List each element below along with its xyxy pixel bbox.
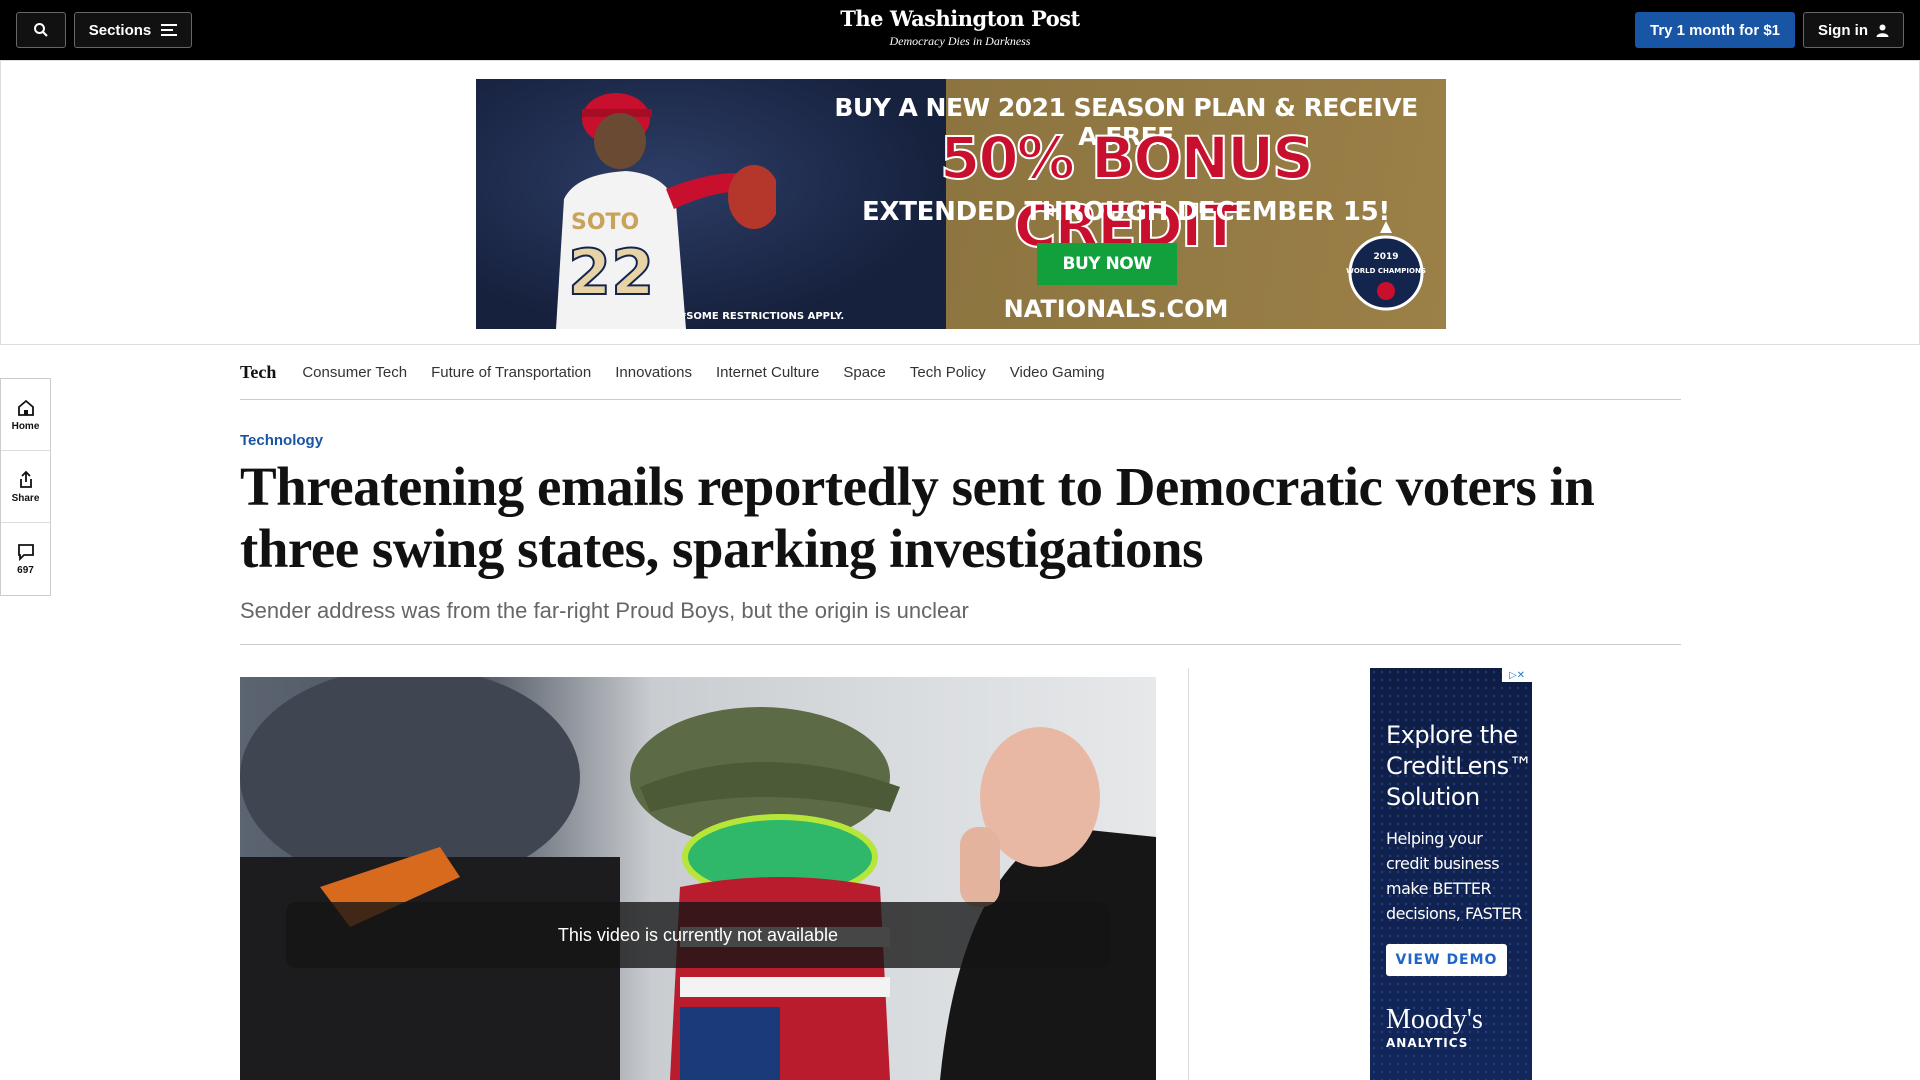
nationals-ad[interactable]: SOTO 22 BUY A NEW 2021 SEASON PLAN & REC…	[476, 79, 1446, 329]
article-kicker[interactable]: Technology	[240, 432, 323, 449]
section-nav-consumer-tech[interactable]: Consumer Tech	[302, 364, 407, 381]
share-icon	[19, 470, 32, 488]
article-dek: Sender address was from the far-right Pr…	[240, 598, 969, 623]
search-button[interactable]	[16, 12, 66, 48]
adchoices-icon[interactable]: ▷✕	[1502, 668, 1532, 682]
section-nav-video-gaming[interactable]: Video Gaming	[1010, 364, 1105, 381]
rail-comments-count: 697	[17, 565, 34, 576]
badge-year: 2019	[1373, 252, 1398, 262]
ad-restriction-note: *SOME RESTRICTIONS APPLY.	[681, 311, 845, 322]
video-player[interactable]: This video is currently not available	[240, 677, 1156, 1080]
sign-in-label: Sign in	[1818, 21, 1868, 39]
section-nav-title[interactable]: Tech	[240, 362, 276, 383]
jersey-name: SOTO	[571, 210, 639, 235]
sign-in-button[interactable]: Sign in	[1803, 12, 1904, 48]
section-nav-space[interactable]: Space	[843, 364, 886, 381]
article-headline: Threatening emails reportedly sent to De…	[240, 456, 1595, 579]
side-ad-body: Helping your credit business make BETTER…	[1386, 829, 1522, 923]
ad-buy-now-button[interactable]: BUY NOW	[1037, 243, 1177, 285]
sections-label: Sections	[88, 21, 152, 39]
site-logo[interactable]: The Washington Post Democracy Dies in Da…	[760, 6, 1160, 49]
baseball-player-image: SOTO 22	[556, 93, 776, 329]
logo-name: The Washington Post	[840, 6, 1080, 31]
section-nav-future-of-transportation[interactable]: Future of Transportation	[431, 364, 591, 381]
search-icon	[34, 23, 48, 37]
user-icon	[1876, 24, 1889, 37]
column-divider	[1188, 668, 1189, 1080]
badge-text: WORLD CHAMPIONS	[1346, 267, 1426, 275]
rail-comments-button[interactable]: 697	[1, 523, 50, 595]
section-nav-innovations[interactable]: Innovations	[615, 364, 692, 381]
moodys-side-ad[interactable]: ▷✕ Explore the CreditLens™ Solution Help…	[1370, 668, 1532, 1080]
home-icon	[17, 399, 34, 416]
header-divider	[240, 644, 1681, 645]
section-nav-tech-policy[interactable]: Tech Policy	[910, 364, 986, 381]
rail-home-label: Home	[11, 420, 40, 432]
ad-extended: EXTENDED THROUGH DECEMBER 15!	[862, 197, 1390, 227]
rail-home-button[interactable]: Home	[1, 379, 50, 451]
rail-share-label: Share	[11, 492, 40, 504]
top-bar: Sections The Washington Post Democracy D…	[0, 0, 1920, 60]
side-rail: Home Share 697	[0, 378, 51, 596]
menu-icon	[161, 24, 178, 36]
comment-icon	[17, 544, 34, 562]
side-ad-brand-sub: ANALYTICS	[1386, 1036, 1469, 1050]
jersey-number: 22	[568, 236, 654, 309]
section-nav-internet-culture[interactable]: Internet Culture	[716, 364, 819, 381]
world-champions-badge: 2019 WORLD CHAMPIONS	[1346, 221, 1426, 311]
side-ad-title: Explore the CreditLens™ Solution	[1386, 721, 1532, 811]
video-still-image	[240, 677, 1156, 1080]
side-ad-brand: Moody's	[1386, 1004, 1483, 1035]
top-ad-region: SOTO 22 BUY A NEW 2021 SEASON PLAN & REC…	[0, 60, 1920, 345]
section-nav: Tech Consumer Tech Future of Transportat…	[240, 345, 1681, 400]
sections-button[interactable]: Sections	[74, 12, 192, 48]
ad-offer: 50% BONUS CREDIT	[939, 123, 1315, 261]
ad-site-url: NATIONALS.COM	[1003, 295, 1229, 323]
logo-tagline: Democracy Dies in Darkness	[889, 34, 1031, 48]
rail-share-button[interactable]: Share	[1, 451, 50, 523]
video-unavailable-message: This video is currently not available	[286, 902, 1110, 968]
subscribe-button[interactable]: Try 1 month for $1	[1635, 12, 1795, 48]
view-demo-button[interactable]: VIEW DEMO	[1386, 944, 1507, 976]
